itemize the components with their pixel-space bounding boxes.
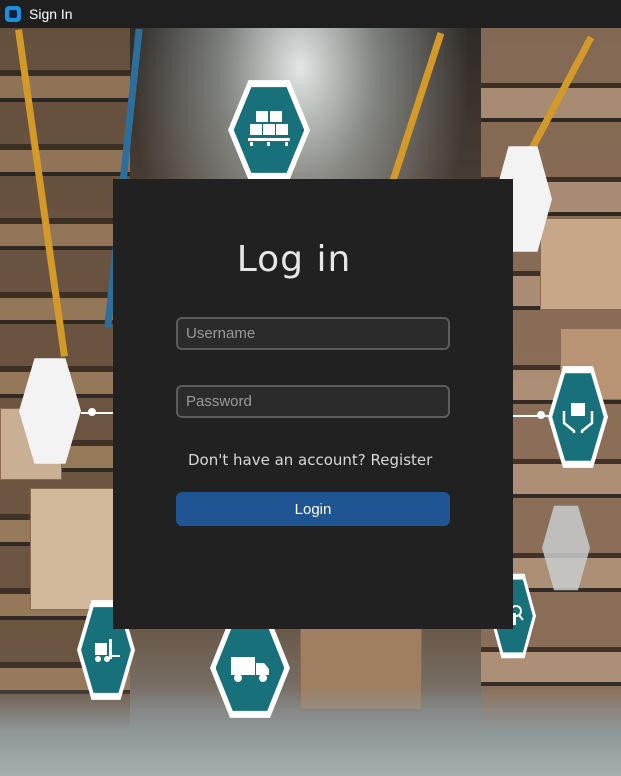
- register-link[interactable]: Register: [371, 451, 433, 469]
- title-bar: Sign In: [0, 0, 621, 28]
- window-title: Sign In: [29, 6, 73, 22]
- login-heading: Log in: [236, 239, 352, 280]
- password-input[interactable]: [176, 385, 450, 418]
- register-prompt: Don't have an account? Register: [188, 451, 432, 469]
- username-input[interactable]: [176, 317, 450, 350]
- app-icon: [5, 6, 21, 22]
- login-button[interactable]: Login: [176, 492, 450, 526]
- boxes-on-pallet-icon: [228, 80, 310, 180]
- register-prompt-text: Don't have an account?: [188, 451, 371, 469]
- login-card: Log in Don't have an account? Register L…: [113, 179, 513, 629]
